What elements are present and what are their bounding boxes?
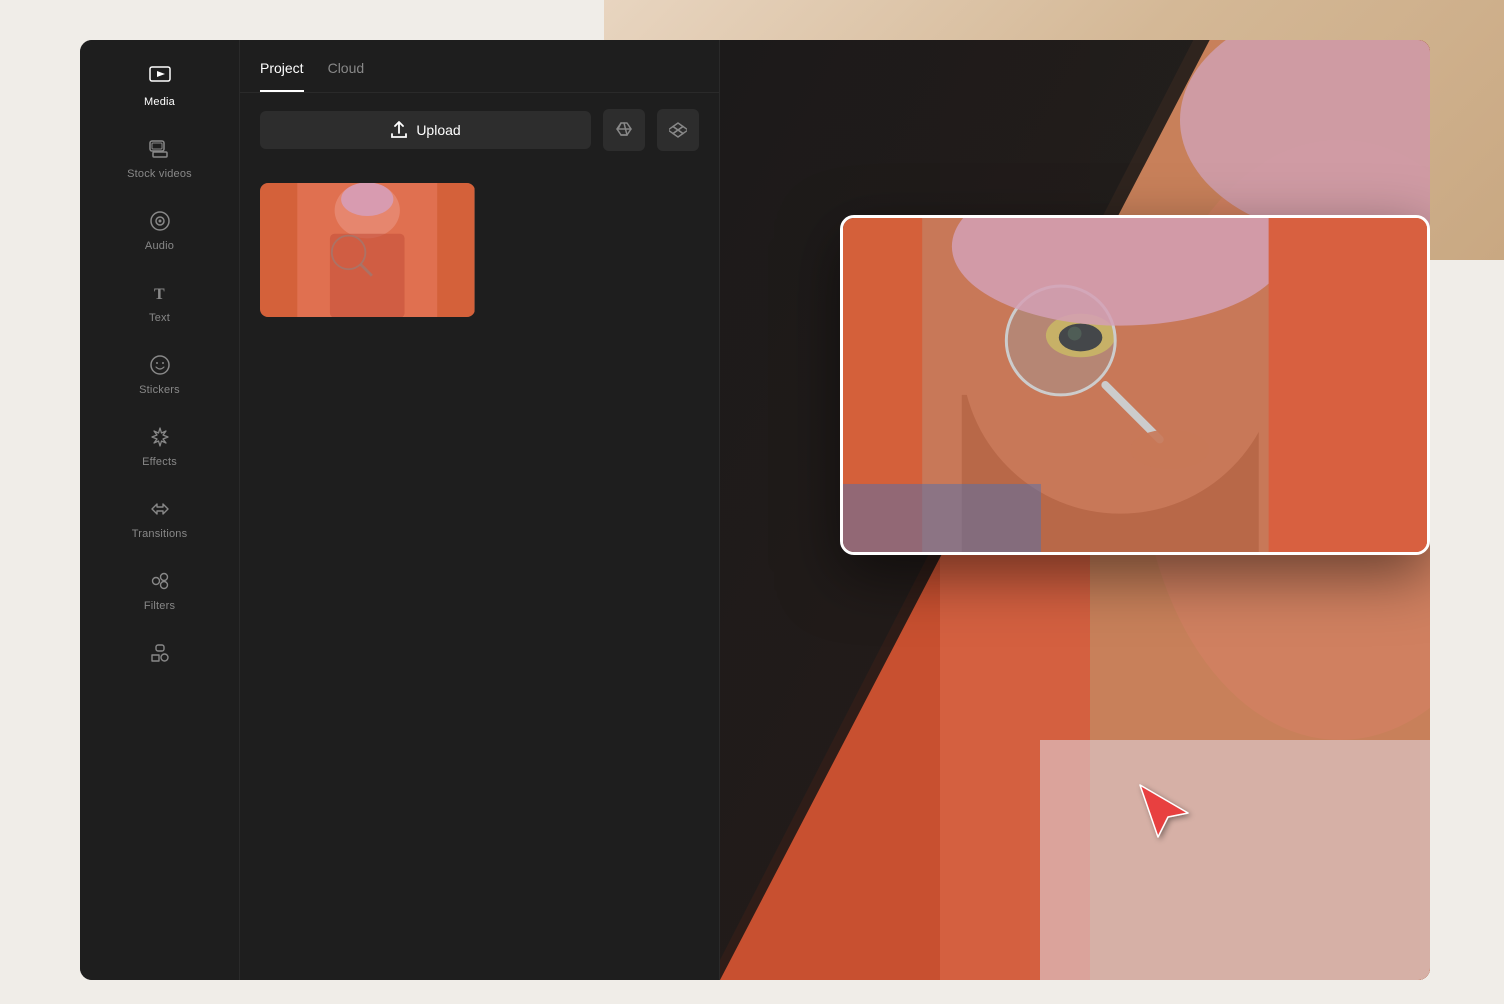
sidebar: Media Stock videos Audio — [80, 40, 240, 980]
app-window: Media Stock videos Audio — [80, 40, 1430, 980]
main-content: Project Cloud Upload — [240, 40, 1430, 980]
google-drive-button[interactable] — [603, 109, 645, 151]
upload-label: Upload — [416, 122, 460, 138]
cursor-arrow-icon — [1130, 775, 1200, 845]
media-thumbnail-0[interactable] — [260, 183, 475, 317]
featured-card — [840, 215, 1430, 555]
panel-area: Project Cloud Upload — [240, 40, 1430, 980]
sidebar-item-transitions[interactable]: Transitions — [80, 482, 239, 554]
sidebar-label-stock: Stock videos — [127, 168, 192, 180]
sidebar-label-filters: Filters — [144, 600, 175, 612]
sidebar-label-effects: Effects — [142, 456, 177, 468]
tab-bar: Project Cloud — [240, 40, 719, 93]
preview-area — [720, 40, 1430, 980]
sidebar-item-stickers[interactable]: Stickers — [80, 338, 239, 410]
media-grid — [240, 167, 719, 333]
effects-icon — [147, 424, 173, 450]
dropbox-button[interactable] — [657, 109, 699, 151]
audio-icon — [147, 208, 173, 234]
sidebar-item-stock-videos[interactable]: Stock videos — [80, 122, 239, 194]
more-icon — [147, 640, 173, 666]
sidebar-item-more[interactable] — [80, 626, 239, 680]
sidebar-label-media: Media — [144, 96, 175, 108]
transitions-icon — [147, 496, 173, 522]
media-icon — [147, 64, 173, 90]
dropbox-icon — [669, 121, 687, 139]
sidebar-item-media[interactable]: Media — [80, 50, 239, 122]
text-icon: T — [147, 280, 173, 306]
sidebar-item-filters[interactable]: Filters — [80, 554, 239, 626]
svg-text:T: T — [154, 286, 165, 303]
tab-project[interactable]: Project — [260, 44, 304, 92]
sidebar-item-text[interactable]: T Text — [80, 266, 239, 338]
featured-card-image — [843, 218, 1427, 552]
media-panel: Project Cloud Upload — [240, 40, 720, 980]
stock-videos-icon — [147, 136, 173, 162]
upload-icon — [390, 121, 408, 139]
upload-button[interactable]: Upload — [260, 111, 591, 149]
upload-toolbar: Upload — [240, 93, 719, 167]
tab-cloud[interactable]: Cloud — [328, 44, 365, 92]
filters-icon — [147, 568, 173, 594]
google-drive-icon — [615, 121, 633, 139]
sidebar-item-effects[interactable]: Effects — [80, 410, 239, 482]
stickers-icon — [147, 352, 173, 378]
sidebar-label-transitions: Transitions — [132, 528, 188, 540]
sidebar-item-audio[interactable]: Audio — [80, 194, 239, 266]
sidebar-label-text: Text — [149, 312, 170, 324]
cursor-overlay — [1130, 775, 1200, 850]
thumbnail-image — [260, 183, 475, 317]
sidebar-label-audio: Audio — [145, 240, 174, 252]
sidebar-label-stickers: Stickers — [139, 384, 180, 396]
